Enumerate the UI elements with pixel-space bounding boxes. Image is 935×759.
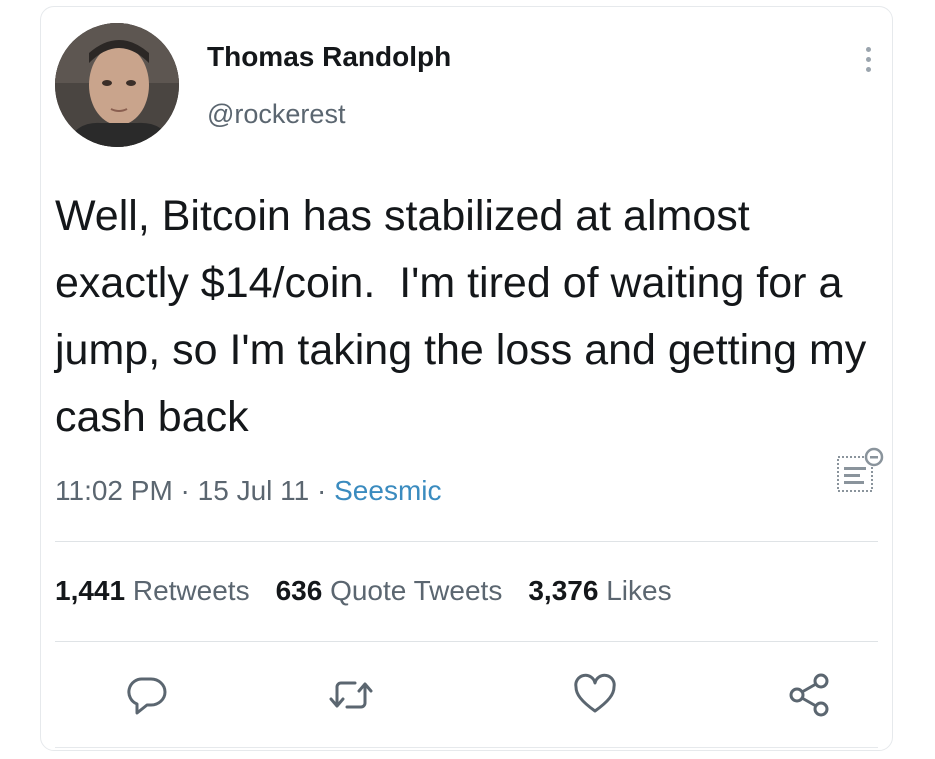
- author-name[interactable]: Thomas Randolph: [207, 41, 451, 73]
- retweets-count: 1,441: [55, 575, 126, 606]
- retweets-label: Retweets: [132, 575, 250, 606]
- retweet-icon[interactable]: [327, 671, 375, 719]
- likes-count: 3,376: [528, 575, 599, 606]
- tweet-text: Well, Bitcoin has stabilized at almost e…: [55, 192, 879, 441]
- heart-icon[interactable]: [571, 671, 619, 719]
- divider: [55, 541, 878, 542]
- share-icon[interactable]: [785, 671, 833, 719]
- quotes-label: Quote Tweets: [330, 575, 503, 606]
- more-vertical-icon[interactable]: [862, 47, 874, 83]
- translate-icon[interactable]: [834, 445, 884, 497]
- divider: [55, 641, 878, 642]
- likes-stat[interactable]: 3,376 Likes: [528, 575, 671, 607]
- tweet-actions: [41, 671, 892, 723]
- tweet-meta: 11:02 PM · 15 Jul 11 · Seesmic: [55, 475, 442, 507]
- tweet-source-link[interactable]: Seesmic: [334, 475, 441, 506]
- author-handle[interactable]: @rockerest: [207, 99, 345, 130]
- reply-icon[interactable]: [123, 671, 171, 719]
- avatar[interactable]: [55, 23, 179, 147]
- likes-label: Likes: [606, 575, 672, 606]
- quotes-stat[interactable]: 636 Quote Tweets: [276, 575, 503, 607]
- retweets-stat[interactable]: 1,441 Retweets: [55, 575, 250, 607]
- tweet-time[interactable]: 11:02 PM: [55, 475, 173, 506]
- divider: [55, 747, 878, 748]
- quotes-count: 636: [275, 575, 323, 606]
- tweet-card: Thomas Randolph @rockerest Well, Bitcoin…: [40, 6, 893, 751]
- tweet-stats: 1,441 Retweets 636 Quote Tweets 3,376 Like…: [55, 575, 698, 607]
- meta-separator: ·: [172, 475, 198, 506]
- tweet-date[interactable]: 15 Jul 11: [198, 475, 310, 506]
- meta-separator: ·: [309, 475, 335, 506]
